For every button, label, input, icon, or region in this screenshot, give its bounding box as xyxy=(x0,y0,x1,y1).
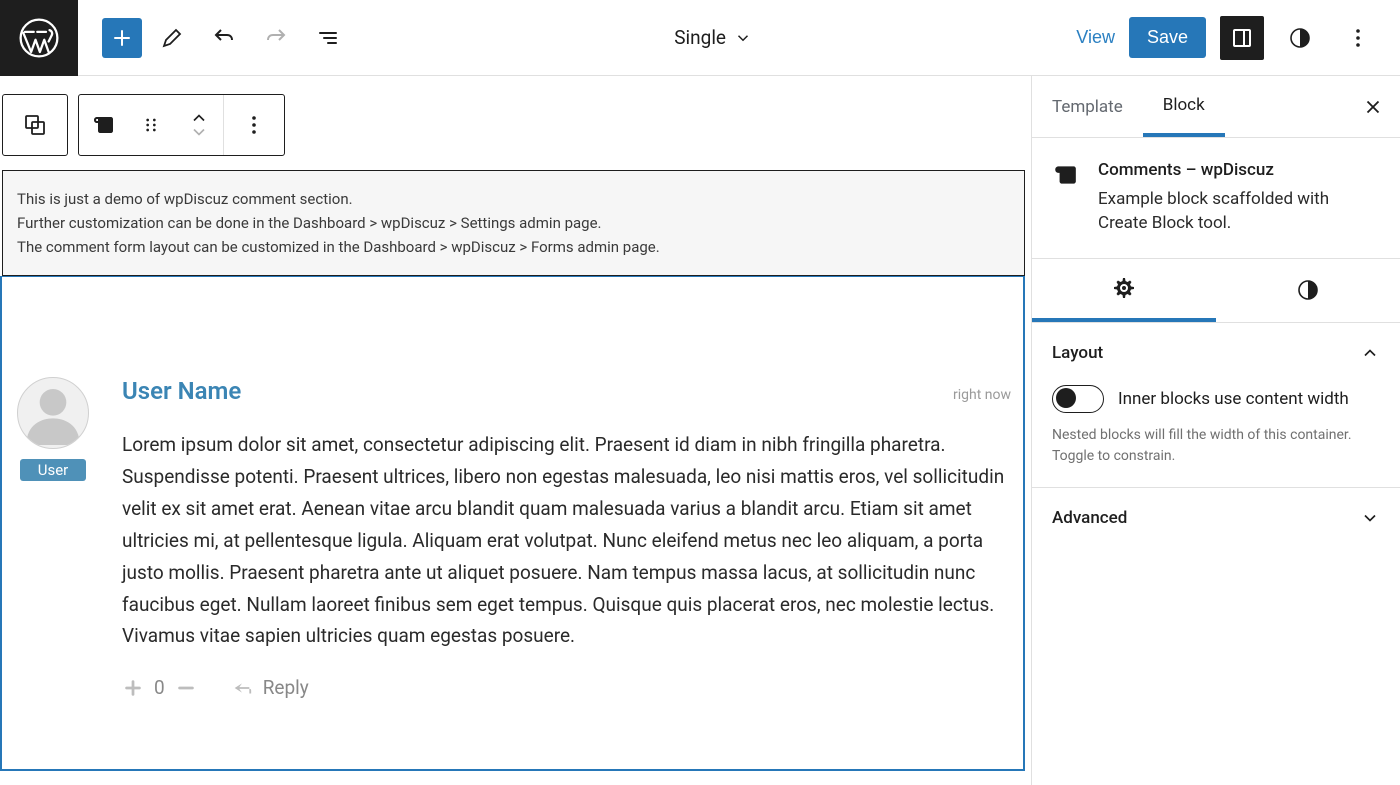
redo-button[interactable] xyxy=(254,16,298,60)
document-title-area[interactable]: Single xyxy=(350,26,1076,49)
downvote-icon[interactable] xyxy=(175,677,197,699)
view-button[interactable]: View xyxy=(1076,27,1115,48)
info-line: Further customization can be done in the… xyxy=(17,211,1010,235)
close-sidebar-button[interactable] xyxy=(1362,96,1384,118)
sub-tab-settings[interactable] xyxy=(1032,259,1216,322)
comment-timestamp: right now xyxy=(953,387,1011,403)
comment-body: Lorem ipsum dolor sit amet, consectetur … xyxy=(122,429,1011,652)
info-line: This is just a demo of wpDiscuz comment … xyxy=(17,187,1010,211)
panel-title: Layout xyxy=(1052,343,1103,363)
options-button[interactable] xyxy=(1336,16,1380,60)
vote-count: 0 xyxy=(154,676,165,699)
content-width-toggle[interactable] xyxy=(1052,385,1104,413)
tab-template[interactable]: Template xyxy=(1032,76,1143,137)
panel-title: Advanced xyxy=(1052,508,1127,528)
top-toolbar: Single View Save xyxy=(0,0,1400,76)
info-line: The comment form layout can be customize… xyxy=(17,235,1010,259)
block-options-button[interactable] xyxy=(224,95,284,155)
toolbar-right: View Save xyxy=(1076,16,1400,60)
reply-label: Reply xyxy=(263,676,309,699)
block-info: Comments – wpDiscuz Example block scaffo… xyxy=(1032,138,1400,259)
comment-block-icon xyxy=(1052,162,1078,188)
inspector-sub-tabs xyxy=(1032,259,1400,323)
save-button[interactable]: Save xyxy=(1129,17,1206,58)
drag-handle[interactable] xyxy=(127,95,175,155)
edit-tool-button[interactable] xyxy=(150,16,194,60)
comment-item: User User Name right now Lorem ipsum dol… xyxy=(14,377,1011,699)
move-up-button[interactable] xyxy=(189,111,209,125)
toggle-help: Nested blocks will fill the width of thi… xyxy=(1052,425,1380,467)
contrast-icon xyxy=(1296,278,1320,302)
document-title: Single xyxy=(674,26,726,49)
styles-button[interactable] xyxy=(1278,16,1322,60)
comment-actions: 0 Reply xyxy=(122,676,1011,699)
comment-username[interactable]: User Name xyxy=(122,377,241,405)
move-down-button[interactable] xyxy=(189,125,209,139)
sub-tab-styles[interactable] xyxy=(1216,259,1400,322)
block-toolbar xyxy=(2,94,285,156)
parent-block-button[interactable] xyxy=(3,95,67,155)
toggle-label: Inner blocks use content width xyxy=(1118,389,1349,409)
chevron-down-icon xyxy=(1360,508,1380,528)
layout-panel: Layout Inner blocks use content width Ne… xyxy=(1032,323,1400,488)
layout-panel-header[interactable]: Layout xyxy=(1052,343,1380,363)
toolbar-left xyxy=(78,16,350,60)
settings-panel-toggle[interactable] xyxy=(1220,16,1264,60)
user-badge: User xyxy=(20,459,87,481)
reply-arrow-icon xyxy=(231,677,253,699)
advanced-panel: Advanced xyxy=(1032,488,1400,548)
tab-block[interactable]: Block xyxy=(1143,76,1225,137)
add-block-button[interactable] xyxy=(102,18,142,58)
info-notice: This is just a demo of wpDiscuz comment … xyxy=(2,170,1025,276)
undo-button[interactable] xyxy=(202,16,246,60)
upvote-icon[interactable] xyxy=(122,677,144,699)
block-title: Comments – wpDiscuz xyxy=(1098,160,1380,180)
chevron-down-icon xyxy=(734,29,752,47)
block-type-button[interactable] xyxy=(79,95,127,155)
mover-buttons xyxy=(175,95,223,155)
block-description: Example block scaffolded with Create Blo… xyxy=(1098,188,1380,236)
comments-block[interactable]: User User Name right now Lorem ipsum dol… xyxy=(0,276,1025,771)
chevron-up-icon xyxy=(1360,343,1380,363)
reply-button[interactable]: Reply xyxy=(231,676,309,699)
advanced-panel-header[interactable]: Advanced xyxy=(1052,508,1380,528)
wordpress-logo[interactable] xyxy=(0,0,78,76)
avatar xyxy=(17,377,89,449)
editor-canvas[interactable]: This is just a demo of wpDiscuz comment … xyxy=(0,76,1031,785)
sidebar-tabs: Template Block xyxy=(1032,76,1400,138)
settings-sidebar: Template Block Comments – wpDiscuz Examp… xyxy=(1031,76,1400,785)
list-view-button[interactable] xyxy=(306,16,350,60)
gear-icon xyxy=(1112,276,1136,300)
